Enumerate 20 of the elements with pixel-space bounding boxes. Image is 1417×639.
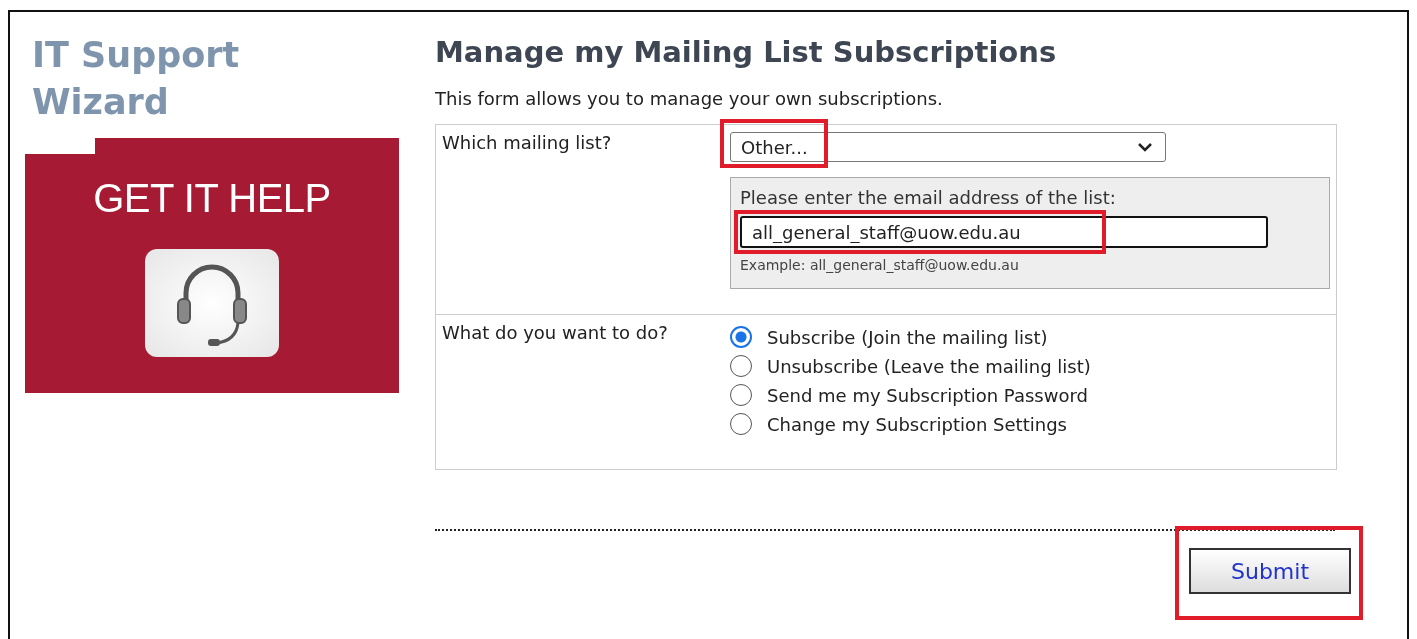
field-prompt: Please enter the email address of the list: [740,187,1116,208]
option-label: Send me my Subscription Password [767,384,1088,406]
radio-button[interactable] [730,413,752,435]
field-label: What do you want to do? [441,321,669,345]
radio-button[interactable] [730,384,752,406]
email-input[interactable]: all_general_staff@uow.edu.au [740,216,1268,248]
option-label: Change my Subscription Settings [767,413,1067,435]
list-dropdown[interactable]: Other... [730,132,1166,162]
intro-text: This form allows you to manage your own subscriptions. [435,88,944,109]
field-label: Which mailing list? [441,131,613,155]
page-heading: Manage my Mailing List Subscriptions [435,34,1058,70]
option-label: Subscribe (Join the mailing list) [767,326,1048,348]
submit-button[interactable]: Submit [1189,548,1351,594]
radio-button[interactable] [730,326,752,348]
chevron-icon [1137,142,1153,152]
example-text: Example: all_general_staff@uow.edu.au [740,257,1020,273]
option-label: Unsubscribe (Leave the mailing list) [767,355,1091,377]
banner-label: GET IT HELP [93,176,331,221]
site-title: IT Support Wizard [31,34,241,124]
radio-button[interactable] [730,355,752,377]
